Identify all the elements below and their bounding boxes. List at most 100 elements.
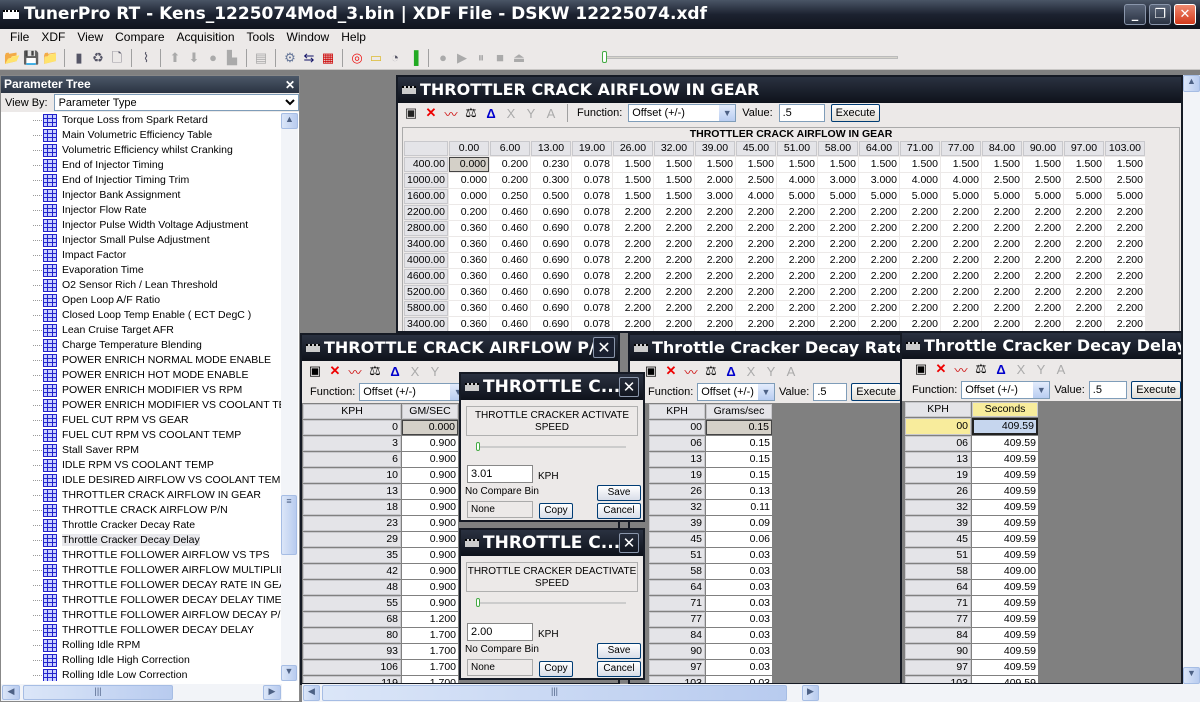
table-cell[interactable]: 1.500	[1104, 157, 1145, 172]
fill-icon[interactable]: Y	[764, 364, 778, 379]
table-cell[interactable]: 1.500	[653, 173, 694, 188]
table-cell[interactable]: 0.15	[706, 452, 772, 467]
pause-icon[interactable]: ⏸	[473, 50, 489, 66]
table-cell[interactable]: 0.078	[571, 269, 612, 284]
table-cell[interactable]: 0.200	[448, 205, 489, 220]
tree-item[interactable]: THROTTLE FOLLOWER DECAY DELAY TIME	[1, 593, 282, 608]
table-cell[interactable]: 2.200	[817, 221, 858, 236]
table-cell[interactable]: 1.500	[899, 157, 940, 172]
minimize-button[interactable]: _	[1124, 4, 1146, 25]
window-caption[interactable]: Throttle Cracker Decay Rate	[630, 335, 901, 361]
hscroll-thumb[interactable]: |||	[322, 685, 787, 701]
value-input[interactable]: 2.00	[467, 623, 533, 641]
execute-button[interactable]: Execute	[830, 104, 881, 122]
interpolate-icon[interactable]: X	[504, 106, 518, 121]
table-cell[interactable]: 0.230	[530, 157, 571, 172]
table-cell[interactable]: 2.200	[653, 221, 694, 236]
gear-icon[interactable]: ⚙	[282, 50, 298, 66]
graph-icon[interactable]: 〰	[954, 360, 968, 379]
graph-icon[interactable]: 〰	[348, 362, 362, 381]
table-cell[interactable]: 2.200	[694, 205, 735, 220]
table-cell[interactable]: 0.900	[402, 484, 458, 499]
tree-item[interactable]: Rolling Idle RPM	[1, 638, 282, 653]
chart-icon[interactable]: ▐	[406, 50, 422, 66]
table-cell[interactable]: 0.06	[706, 532, 772, 547]
table-cell[interactable]: 2.200	[1022, 253, 1063, 268]
table-cell[interactable]: 2.200	[735, 205, 776, 220]
execute-button[interactable]: Execute	[1131, 381, 1181, 399]
table-cell[interactable]: 0.460	[489, 301, 530, 316]
table-cell[interactable]: 2.200	[1104, 205, 1145, 220]
window-caption[interactable]: Throttle Cracker Decay Delay	[902, 333, 1181, 359]
menu-compare[interactable]: Compare	[109, 29, 170, 46]
table-cell[interactable]: 2.200	[817, 317, 858, 331]
fill-icon[interactable]: Y	[524, 106, 538, 121]
table-cell[interactable]: 409.59	[972, 468, 1038, 483]
table-cell[interactable]: 2.200	[1022, 237, 1063, 252]
table-cell[interactable]: 2.200	[940, 269, 981, 284]
table-cell[interactable]: 0.900	[402, 452, 458, 467]
table-cell[interactable]: 2.200	[858, 253, 899, 268]
table-cell[interactable]: 0.11	[706, 500, 772, 515]
upload-icon[interactable]: ⬆	[167, 50, 183, 66]
table-cell[interactable]: 2.200	[776, 301, 817, 316]
table-cell[interactable]: 2.200	[1104, 253, 1145, 268]
copy-icon[interactable]: ▙	[224, 50, 240, 66]
table-cell[interactable]: 5.000	[899, 189, 940, 204]
scroll-down-button[interactable]: ▼	[281, 665, 297, 681]
table-cell[interactable]: 2.200	[1022, 285, 1063, 300]
eject-icon[interactable]: ⏏	[511, 50, 527, 66]
table-cell[interactable]: 2.200	[1104, 237, 1145, 252]
scroll-up-button[interactable]: ▲	[1183, 75, 1200, 92]
cancel-button[interactable]: Cancel	[597, 661, 641, 677]
tree-item[interactable]: Lean Cruise Target AFR	[1, 323, 282, 338]
tree-item[interactable]: Charge Temperature Blending	[1, 338, 282, 353]
table-cell[interactable]: 2.200	[1104, 301, 1145, 316]
table-cell[interactable]: 0.360	[448, 237, 489, 252]
tree-item[interactable]: End of Injectior Timing Trim	[1, 173, 282, 188]
table-cell[interactable]: 0.000	[448, 173, 489, 188]
table-cell[interactable]: 1.500	[612, 157, 653, 172]
save-bin-icon[interactable]: 💾	[23, 50, 39, 66]
table-cell[interactable]: 0.078	[571, 237, 612, 252]
close-red-x-icon[interactable]: ✕	[934, 361, 948, 377]
table-cell[interactable]: 0.03	[706, 580, 772, 595]
recycle-icon[interactable]: ♻	[90, 50, 106, 66]
table-cell[interactable]: 0.900	[402, 596, 458, 611]
parameter-tree-hscroll[interactable]: ◀ ||| ▶	[1, 684, 282, 701]
function-select[interactable]: Offset (+/-)▼	[697, 383, 775, 401]
table-cell[interactable]: 0.900	[402, 548, 458, 563]
table-cell[interactable]: 409.59	[972, 660, 1038, 675]
interpolate-icon[interactable]: X	[744, 364, 758, 379]
table-cell[interactable]: 4.000	[899, 173, 940, 188]
table-cell[interactable]: 2.200	[1022, 269, 1063, 284]
table-cell[interactable]: 5.000	[1022, 189, 1063, 204]
table-cell[interactable]: 2.200	[817, 285, 858, 300]
cancel-button[interactable]: Cancel	[597, 503, 641, 519]
table-cell[interactable]: 0.690	[530, 317, 571, 331]
delta-icon[interactable]: Δ	[388, 364, 402, 379]
slider-thumb[interactable]	[476, 442, 480, 451]
table-cell[interactable]: 409.59	[972, 500, 1038, 515]
new-page-icon[interactable]: 🗋	[109, 50, 125, 66]
table-cell[interactable]: 1.500	[735, 157, 776, 172]
scroll-down-button[interactable]: ▼	[1183, 667, 1200, 684]
tree-item[interactable]: Torque Loss from Spark Retard	[1, 113, 282, 128]
scroll-up-button[interactable]: ▲	[281, 113, 298, 129]
table-cell[interactable]: 4.000	[735, 189, 776, 204]
table-cell[interactable]: 409.59	[972, 548, 1038, 563]
table-cell[interactable]: 0.078	[571, 173, 612, 188]
table-cell[interactable]: 2.200	[612, 269, 653, 284]
table-cell[interactable]: 409.59	[972, 596, 1038, 611]
table-cell[interactable]: 1.500	[653, 189, 694, 204]
table-cell[interactable]: 2.200	[899, 205, 940, 220]
table-cell[interactable]: 5.000	[981, 189, 1022, 204]
table-cell[interactable]: 0.900	[402, 580, 458, 595]
table-cell[interactable]: 2.200	[694, 269, 735, 284]
table-cell[interactable]: 0.03	[706, 612, 772, 627]
table-cell[interactable]: 2.200	[1022, 221, 1063, 236]
table-cell[interactable]: 409.00	[972, 564, 1038, 579]
table-cell[interactable]: 0.360	[448, 221, 489, 236]
tree-item[interactable]: Closed Loop Temp Enable ( ECT DegC )	[1, 308, 282, 323]
table-cell[interactable]: 2.200	[899, 237, 940, 252]
